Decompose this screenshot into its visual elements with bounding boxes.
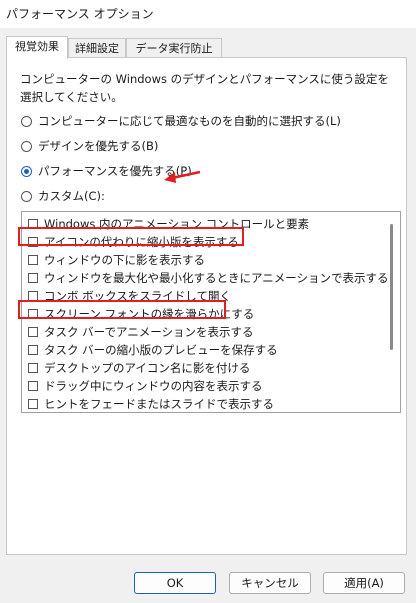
effect-checkbox[interactable]	[28, 363, 38, 373]
effect-label: ウィンドウの下に影を表示する	[44, 253, 205, 267]
list-scrollbar[interactable]	[390, 224, 393, 350]
effect-checkbox[interactable]	[28, 399, 38, 409]
effect-label: デスクトップのアイコン名に影を付ける	[44, 361, 251, 375]
window-title: パフォーマンス オプション	[6, 7, 154, 21]
title-bar: パフォーマンス オプション	[0, 0, 416, 28]
radio-appearance-indicator[interactable]	[21, 140, 32, 152]
effect-checkbox[interactable]	[28, 273, 38, 283]
effect-item[interactable]: タスク バーの縮小版のプレビューを保存する	[28, 341, 278, 359]
effect-item[interactable]: デスクトップのアイコン名に影を付ける	[28, 359, 250, 377]
radio-custom-label: カスタム(C):	[38, 189, 105, 203]
effect-label: ヒントをフェードまたはスライドで表示する	[44, 397, 274, 411]
effect-item[interactable]: ドラッグ中にウィンドウの内容を表示する	[28, 377, 263, 395]
effect-label: タスク バーの縮小版のプレビューを保存する	[44, 343, 278, 357]
ok-button[interactable]: OK	[134, 572, 216, 594]
effect-item[interactable]: ウィンドウを最大化や最小化するときにアニメーションで表示する	[28, 269, 389, 287]
radio-performance-indicator[interactable]	[21, 165, 32, 177]
apply-button[interactable]: 適用(A)	[323, 572, 405, 594]
effect-checkbox[interactable]	[28, 327, 38, 337]
effect-label: ドラッグ中にウィンドウの内容を表示する	[44, 379, 263, 393]
radio-appearance[interactable]: デザインを優先する(B)	[21, 137, 158, 155]
highlight-box-font-smoothing	[18, 300, 226, 319]
description-text: コンピューターの Windows のデザインとパフォーマンスに使う設定を選択して…	[20, 72, 389, 104]
radio-auto-indicator[interactable]	[21, 115, 32, 127]
effect-label: タスク バーでアニメーションを表示する	[44, 325, 254, 339]
effect-checkbox[interactable]	[28, 345, 38, 355]
annotation-arrow-icon	[164, 170, 201, 183]
radio-custom-indicator[interactable]	[21, 190, 32, 202]
radio-custom[interactable]: カスタム(C):	[21, 187, 105, 205]
highlight-box-thumbnails	[18, 227, 244, 246]
effect-checkbox[interactable]	[28, 381, 38, 391]
tab-visual-effects[interactable]: 視覚効果	[6, 36, 68, 59]
cancel-button[interactable]: キャンセル	[229, 572, 311, 594]
radio-auto-label: コンピューターに応じて最適なものを自動的に選択する(L)	[38, 114, 341, 128]
radio-auto[interactable]: コンピューターに応じて最適なものを自動的に選択する(L)	[21, 112, 341, 130]
radio-appearance-label: デザインを優先する(B)	[38, 139, 159, 153]
effect-item[interactable]: ヒントをフェードまたはスライドで表示する	[28, 395, 274, 412]
tab-advanced[interactable]: 詳細設定	[68, 38, 126, 58]
effect-checkbox[interactable]	[28, 255, 38, 265]
effect-item[interactable]: ウィンドウの下に影を表示する	[28, 251, 205, 269]
effect-item[interactable]: タスク バーでアニメーションを表示する	[28, 323, 254, 341]
tab-data-execution-prevention[interactable]: データ実行防止	[126, 38, 222, 58]
effect-label: ウィンドウを最大化や最小化するときにアニメーションで表示する	[44, 271, 389, 285]
